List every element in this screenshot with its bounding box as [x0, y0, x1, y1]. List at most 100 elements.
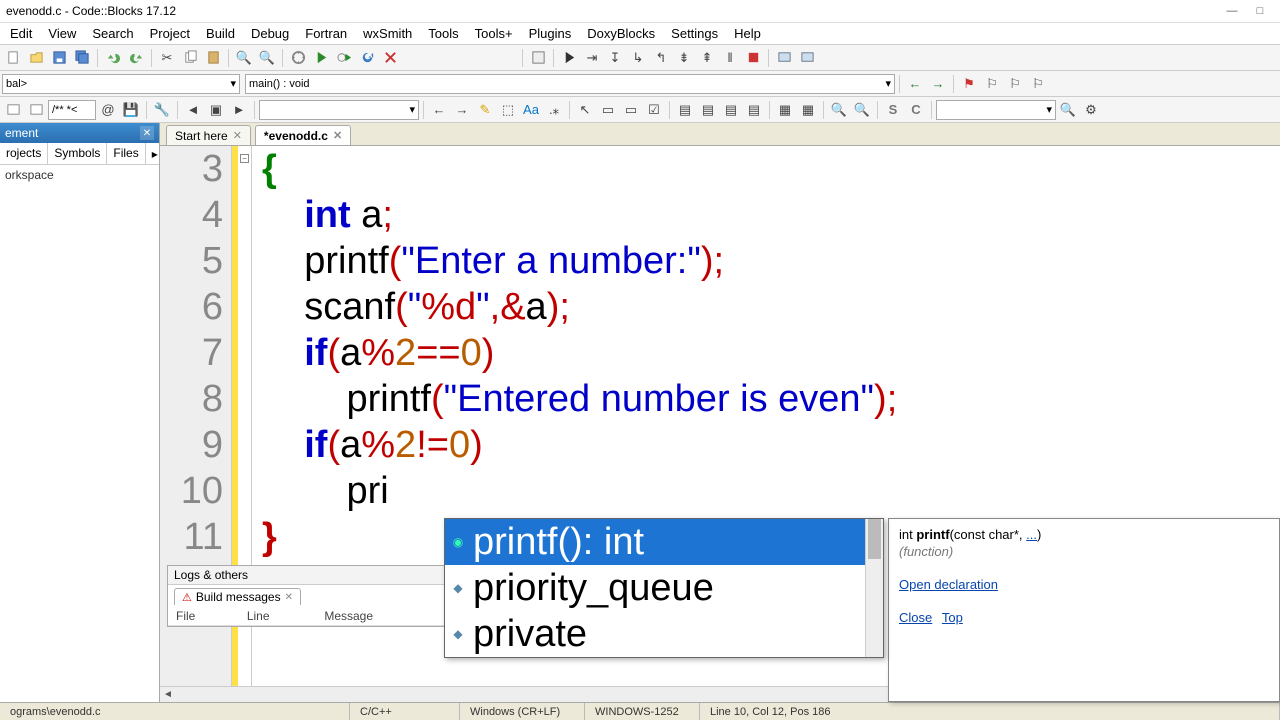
maximize-button[interactable]: □: [1246, 2, 1274, 20]
stop-icon[interactable]: [742, 47, 764, 69]
nav-fwd-icon[interactable]: →: [927, 73, 949, 95]
comment-style-dropdown[interactable]: /** *<: [48, 100, 96, 120]
autocomplete-popup[interactable]: ◉ printf(): int ◆ priority_queue ◆ priva…: [444, 518, 884, 658]
jump-mid-icon[interactable]: ▣: [205, 99, 227, 121]
s-icon[interactable]: S: [882, 99, 904, 121]
input-icon[interactable]: ▭: [620, 99, 642, 121]
open-declaration-link[interactable]: Open declaration: [899, 577, 998, 592]
jump-back-icon[interactable]: ◄: [182, 99, 204, 121]
arrow-left-icon[interactable]: ←: [428, 99, 450, 121]
cut-icon[interactable]: ✂: [156, 47, 178, 69]
col-file[interactable]: File: [168, 607, 239, 626]
menu-help[interactable]: Help: [726, 24, 769, 43]
scroll-left-icon[interactable]: ◄: [160, 689, 176, 700]
menu-view[interactable]: View: [40, 24, 84, 43]
cursor-icon[interactable]: ↖: [574, 99, 596, 121]
doc-varargs-link[interactable]: ...: [1026, 527, 1037, 542]
doxy-save-icon[interactable]: 💾: [120, 99, 142, 121]
doxy-block-icon[interactable]: [2, 99, 24, 121]
step-into-icon[interactable]: ↳: [627, 47, 649, 69]
next-instr-icon[interactable]: ⇟: [673, 47, 695, 69]
minimize-button[interactable]: —: [1218, 2, 1246, 20]
bookmark-prev-icon[interactable]: ⚐: [981, 73, 1003, 95]
nav-back-icon[interactable]: ←: [904, 73, 926, 95]
menu-build[interactable]: Build: [198, 24, 243, 43]
autocomplete-item-printf[interactable]: ◉ printf(): int: [445, 519, 883, 565]
btn-rect-icon[interactable]: ▭: [597, 99, 619, 121]
tab-start-here[interactable]: Start here ✕: [166, 125, 251, 145]
close-tab-icon[interactable]: ✕: [233, 129, 242, 142]
panel1-icon[interactable]: ▤: [674, 99, 696, 121]
function-dropdown[interactable]: main() : void▾: [245, 74, 895, 94]
save-icon[interactable]: [48, 47, 70, 69]
panel4-icon[interactable]: ▤: [743, 99, 765, 121]
close-log-tab-icon[interactable]: ✕: [285, 592, 293, 603]
open-icon[interactable]: [25, 47, 47, 69]
doxy-at-icon[interactable]: @: [97, 99, 119, 121]
scope-dropdown[interactable]: bal>▾: [2, 74, 240, 94]
arrow-right-icon[interactable]: →: [451, 99, 473, 121]
menu-tools[interactable]: Tools: [420, 24, 466, 43]
match-case-icon[interactable]: Aa: [520, 99, 542, 121]
autocomplete-item-priority-queue[interactable]: ◆ priority_queue: [445, 565, 883, 611]
workspace-node[interactable]: orkspace: [5, 168, 154, 182]
menu-doxyblocks[interactable]: DoxyBlocks: [579, 24, 663, 43]
search-go-icon[interactable]: 🔍: [1057, 99, 1079, 121]
find-icon[interactable]: 🔍: [233, 47, 255, 69]
tab-evenodd[interactable]: *evenodd.c ✕: [255, 125, 351, 145]
menu-edit[interactable]: Edit: [2, 24, 40, 43]
replace-icon[interactable]: 🔍: [256, 47, 278, 69]
menu-search[interactable]: Search: [84, 24, 141, 43]
redo-icon[interactable]: [125, 47, 147, 69]
tab-projects[interactable]: rojects: [0, 143, 48, 164]
tab-build-messages[interactable]: ⚠ Build messages ✕: [174, 588, 301, 605]
debug-windows-icon[interactable]: [773, 47, 795, 69]
top-doc-link[interactable]: Top: [942, 610, 963, 625]
grid1-icon[interactable]: ▦: [774, 99, 796, 121]
highlighter-icon[interactable]: ✎: [474, 99, 496, 121]
save-all-icon[interactable]: [71, 47, 93, 69]
menu-fortran[interactable]: Fortran: [297, 24, 355, 43]
zoom-out-icon[interactable]: 🔍: [851, 99, 873, 121]
check-icon[interactable]: ☑: [643, 99, 665, 121]
zoom-in-icon[interactable]: 🔍: [828, 99, 850, 121]
menu-plugins[interactable]: Plugins: [521, 24, 580, 43]
step-instr-icon[interactable]: ⇞: [696, 47, 718, 69]
bookmark-next-icon[interactable]: ⚐: [1004, 73, 1026, 95]
abort-icon[interactable]: [379, 47, 401, 69]
paste-icon[interactable]: [202, 47, 224, 69]
build-icon[interactable]: [287, 47, 309, 69]
rebuild-icon[interactable]: [356, 47, 378, 69]
fold-toggle-icon[interactable]: −: [240, 154, 249, 163]
panel3-icon[interactable]: ▤: [720, 99, 742, 121]
autocomplete-scrollbar[interactable]: [865, 519, 883, 657]
doxy-line-icon[interactable]: [25, 99, 47, 121]
menu-debug[interactable]: Debug: [243, 24, 297, 43]
run-icon[interactable]: [310, 47, 332, 69]
menu-tools-plus[interactable]: Tools+: [467, 24, 521, 43]
info-icon[interactable]: [796, 47, 818, 69]
select-word-icon[interactable]: ⬚: [497, 99, 519, 121]
autocomplete-item-private[interactable]: ◆ private: [445, 611, 883, 657]
tab-files[interactable]: Files: [107, 143, 145, 164]
grid2-icon[interactable]: ▦: [797, 99, 819, 121]
debug-run-icon[interactable]: [558, 47, 580, 69]
next-line-icon[interactable]: ↧: [604, 47, 626, 69]
copy-icon[interactable]: [179, 47, 201, 69]
undo-icon[interactable]: [102, 47, 124, 69]
col-message[interactable]: Message: [316, 607, 446, 626]
panel2-icon[interactable]: ▤: [697, 99, 719, 121]
menu-project[interactable]: Project: [142, 24, 198, 43]
menu-wxsmith[interactable]: wxSmith: [355, 24, 420, 43]
break-icon[interactable]: ‖: [719, 47, 741, 69]
c-icon[interactable]: C: [905, 99, 927, 121]
goto-dropdown[interactable]: ▾: [259, 100, 419, 120]
tab-symbols[interactable]: Symbols: [48, 143, 107, 164]
doxy-wrench-icon[interactable]: 🔧: [151, 99, 173, 121]
settings-gear-icon[interactable]: ⚙: [1080, 99, 1102, 121]
bookmark-clear-icon[interactable]: ⚐: [1027, 73, 1049, 95]
close-doc-link[interactable]: Close: [899, 610, 932, 625]
jump-fwd-icon[interactable]: ►: [228, 99, 250, 121]
target-icon[interactable]: [527, 47, 549, 69]
step-out-icon[interactable]: ↰: [650, 47, 672, 69]
